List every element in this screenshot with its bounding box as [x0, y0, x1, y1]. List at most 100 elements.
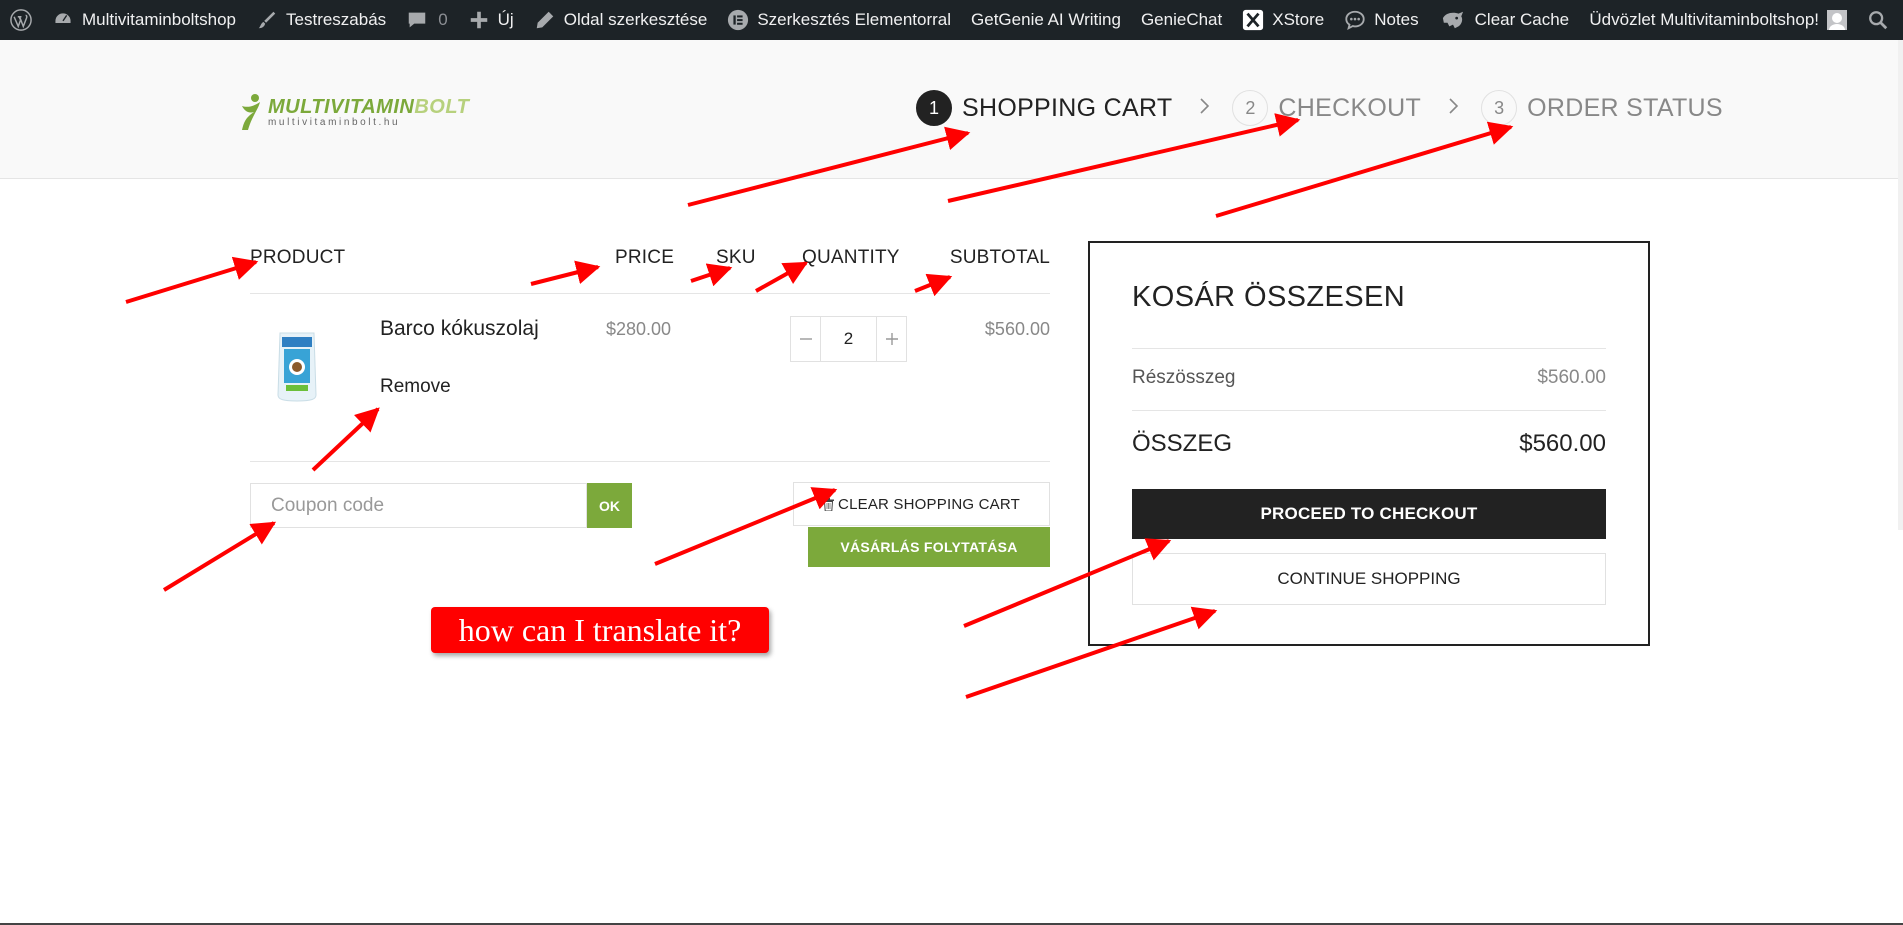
scrollbar-thumb[interactable]: [1898, 40, 1903, 530]
cheetah-icon: [1439, 9, 1467, 31]
quantity-stepper: 2: [790, 316, 907, 362]
admin-bar-geniechat[interactable]: GenieChat: [1131, 0, 1232, 40]
notes-label: Notes: [1374, 10, 1419, 29]
admin-bar-account[interactable]: Üdvözlet Multivitaminboltshop!: [1579, 0, 1857, 40]
search-icon: [1867, 9, 1889, 31]
step-label: SHOPPING CART: [962, 93, 1173, 122]
chat-bubble-icon: [1344, 9, 1366, 31]
step-number: 2: [1232, 90, 1269, 126]
cart-totals-box: KOSÁR ÖSSZESEN Részösszeg $560.00 ÖSSZEG…: [1088, 241, 1650, 646]
total-row: ÖSSZEG $560.00: [1132, 430, 1606, 458]
elementor-label: Szerkesztés Elementorral: [757, 10, 952, 29]
header-price: PRICE: [615, 247, 675, 268]
xstore-icon: [1242, 9, 1264, 31]
item-subtotal: $560.00: [984, 319, 1050, 339]
avatar: [1827, 10, 1847, 30]
greeting-label: Üdvözlet Multivitaminboltshop!: [1589, 10, 1819, 29]
logo-brand-accent: BOLT: [414, 95, 470, 118]
divider: [1132, 348, 1606, 349]
subtotal-value: $560.00: [1537, 367, 1606, 388]
logo-text: MULTIVITAMINBOLT multivitaminbolt.hu: [268, 97, 469, 128]
step-number: 3: [1481, 90, 1518, 126]
admin-bar-new[interactable]: Új: [458, 0, 524, 40]
remove-item-link[interactable]: Remove: [380, 376, 451, 398]
item-price: $280.00: [606, 319, 672, 339]
step-shopping-cart[interactable]: 1 SHOPPING CART: [916, 90, 1172, 126]
site-logo[interactable]: MULTIVITAMINBOLT multivitaminbolt.hu: [236, 92, 469, 132]
logo-domain: multivitaminbolt.hu: [268, 116, 401, 128]
checkout-steps: 1 SHOPPING CART 2 CHECKOUT 3 ORDER STATU…: [916, 90, 1723, 126]
coupon-placeholder: Coupon code: [271, 494, 385, 516]
continue-shopping-green-button[interactable]: VÁSÁRLÁS FOLYTATÁSA: [808, 527, 1050, 567]
arrow-product-header: [125, 256, 259, 304]
header-subtotal: SUBTOTAL: [949, 247, 1050, 268]
getgenie-label: GetGenie AI Writing: [971, 10, 1121, 29]
admin-bar-elementor[interactable]: Szerkesztés Elementorral: [717, 0, 961, 40]
admin-bar-edit-page[interactable]: Oldal szerkesztése: [524, 0, 718, 40]
edit-page-label: Oldal szerkesztése: [563, 10, 708, 29]
annotation-callout: how can I translate it?: [431, 607, 769, 653]
comments-count: 0: [438, 10, 448, 29]
brush-icon: [256, 9, 278, 31]
leaf-person-icon: [242, 94, 260, 130]
admin-bar-comments[interactable]: 0: [396, 0, 457, 40]
chevron-right-icon: [1447, 95, 1459, 121]
admin-bar: Multivitaminboltshop Testreszabás 0 Új O…: [0, 0, 1903, 40]
trash-icon: [823, 497, 835, 511]
new-label: Új: [497, 10, 514, 29]
clear-cache-label: Clear Cache: [1474, 10, 1570, 29]
proceed-to-checkout-button[interactable]: PROCEED TO CHECKOUT: [1132, 489, 1606, 539]
step-label: ORDER STATUS: [1527, 93, 1723, 122]
admin-bar-customize[interactable]: Testreszabás: [246, 0, 396, 40]
page: Multivitaminboltshop Testreszabás 0 Új O…: [0, 0, 1903, 925]
cart-table: PRODUCT PRICE SKU QUANTITY SUBTOTAL Barc…: [250, 236, 1050, 582]
dashboard-icon: [52, 9, 74, 31]
quantity-input[interactable]: 2: [820, 317, 877, 361]
total-value: $560.00: [1519, 430, 1606, 457]
logo-brand-main: MULTIVITAMIN: [268, 95, 415, 118]
pencil-icon: [534, 9, 556, 31]
plus-icon: [885, 333, 898, 345]
admin-bar-xstore[interactable]: XStore: [1232, 0, 1334, 40]
cart-actions: Coupon code OK CLEAR SHOPPING CART VÁSÁR…: [250, 462, 1050, 582]
subtotal-label: Részösszeg: [1132, 367, 1236, 388]
header-quantity: QUANTITY: [802, 247, 900, 268]
product-name-link[interactable]: Barco kókuszolaj: [380, 317, 539, 341]
admin-bar-clear-cache[interactable]: Clear Cache: [1429, 0, 1580, 40]
cart-totals-title: KOSÁR ÖSSZESEN: [1132, 281, 1406, 313]
comment-icon: [406, 9, 428, 31]
minus-icon: [799, 338, 812, 340]
geniechat-label: GenieChat: [1140, 10, 1223, 29]
step-checkout[interactable]: 2 CHECKOUT: [1232, 90, 1421, 126]
header-sku: SKU: [716, 247, 756, 268]
apply-coupon-button[interactable]: OK: [587, 483, 632, 528]
total-label: ÖSSZEG: [1132, 430, 1233, 457]
elementor-icon: [727, 9, 749, 31]
site-header: MULTIVITAMINBOLT multivitaminbolt.hu 1 S…: [0, 40, 1903, 179]
subtotal-row: Részösszeg $560.00: [1132, 367, 1606, 389]
wordpress-icon: [10, 9, 32, 31]
site-name-label: Multivitaminboltshop: [82, 10, 237, 29]
cart-table-header: PRODUCT PRICE SKU QUANTITY SUBTOTAL: [250, 236, 1050, 294]
clear-cart-label: CLEAR SHOPPING CART: [838, 495, 1020, 513]
clear-cart-button[interactable]: CLEAR SHOPPING CART: [793, 482, 1050, 526]
plus-icon: [468, 9, 490, 31]
logo-brand: MULTIVITAMINBOLT: [268, 97, 469, 117]
table-row: Barco kókuszolaj Remove $280.00 2 $560.0…: [250, 294, 1050, 462]
divider: [1132, 410, 1606, 411]
quantity-decrease-button[interactable]: [791, 317, 820, 361]
header-product: PRODUCT: [250, 247, 346, 268]
chevron-right-icon: [1198, 95, 1210, 121]
customize-label: Testreszabás: [286, 10, 387, 29]
wordpress-logo-menu[interactable]: [0, 0, 42, 40]
step-order-status[interactable]: 3 ORDER STATUS: [1481, 90, 1723, 126]
admin-bar-search[interactable]: [1857, 0, 1903, 40]
continue-shopping-button[interactable]: CONTINUE SHOPPING: [1132, 553, 1606, 605]
admin-bar-getgenie[interactable]: GetGenie AI Writing: [961, 0, 1131, 40]
admin-bar-notes[interactable]: Notes: [1334, 0, 1428, 40]
product-thumbnail[interactable]: [272, 329, 322, 403]
quantity-increase-button[interactable]: [877, 317, 906, 361]
coupon-input[interactable]: Coupon code: [250, 483, 587, 528]
step-number: 1: [916, 90, 952, 126]
admin-bar-site-name[interactable]: Multivitaminboltshop: [42, 0, 246, 40]
